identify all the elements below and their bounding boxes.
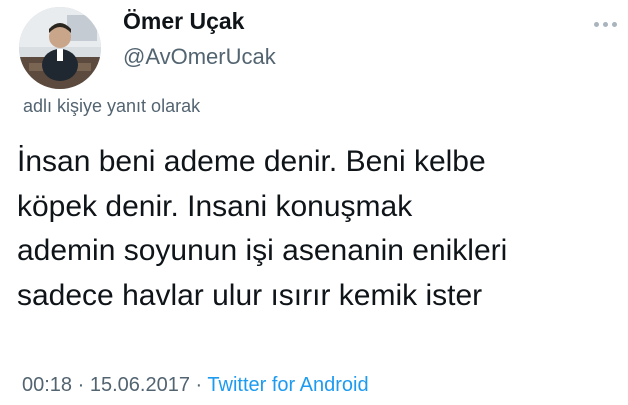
tweet-text-line: ademin soyunun işi asenanin enikleri <box>17 234 508 267</box>
tweet-date[interactable]: 15.06.2017 <box>90 374 190 396</box>
tweet-source-link[interactable]: Twitter for Android <box>207 374 368 396</box>
tweet-text-line: sadece havlar ulur ısırır kemik ister <box>17 278 483 312</box>
tweet-text: İnsan beni ademe denir. Beni kelbe köpek… <box>17 140 622 318</box>
display-name[interactable]: Ömer Uçak <box>123 8 244 35</box>
meta-separator: · <box>77 374 85 396</box>
meta-separator: · <box>195 374 203 396</box>
more-dot <box>602 21 608 27</box>
tweet-text-line: köpek denir. Insani konuşmak <box>17 189 413 223</box>
user-handle[interactable]: @AvOmerUcak <box>123 44 276 70</box>
avatar[interactable] <box>19 7 101 89</box>
avatar-photo-icon <box>19 7 101 89</box>
more-dot <box>593 21 599 27</box>
tweet-time[interactable]: 00:18 <box>22 374 72 396</box>
more-dot <box>611 21 617 27</box>
more-options-icon[interactable] <box>585 4 625 44</box>
tweet-text-line: İnsan beni ademe denir. Beni kelbe <box>17 145 486 178</box>
tweet-meta: 00:18 · 15.06.2017 · Twitter for Android <box>22 374 369 397</box>
reply-context: adlı kişiye yanıt olarak <box>23 96 201 116</box>
